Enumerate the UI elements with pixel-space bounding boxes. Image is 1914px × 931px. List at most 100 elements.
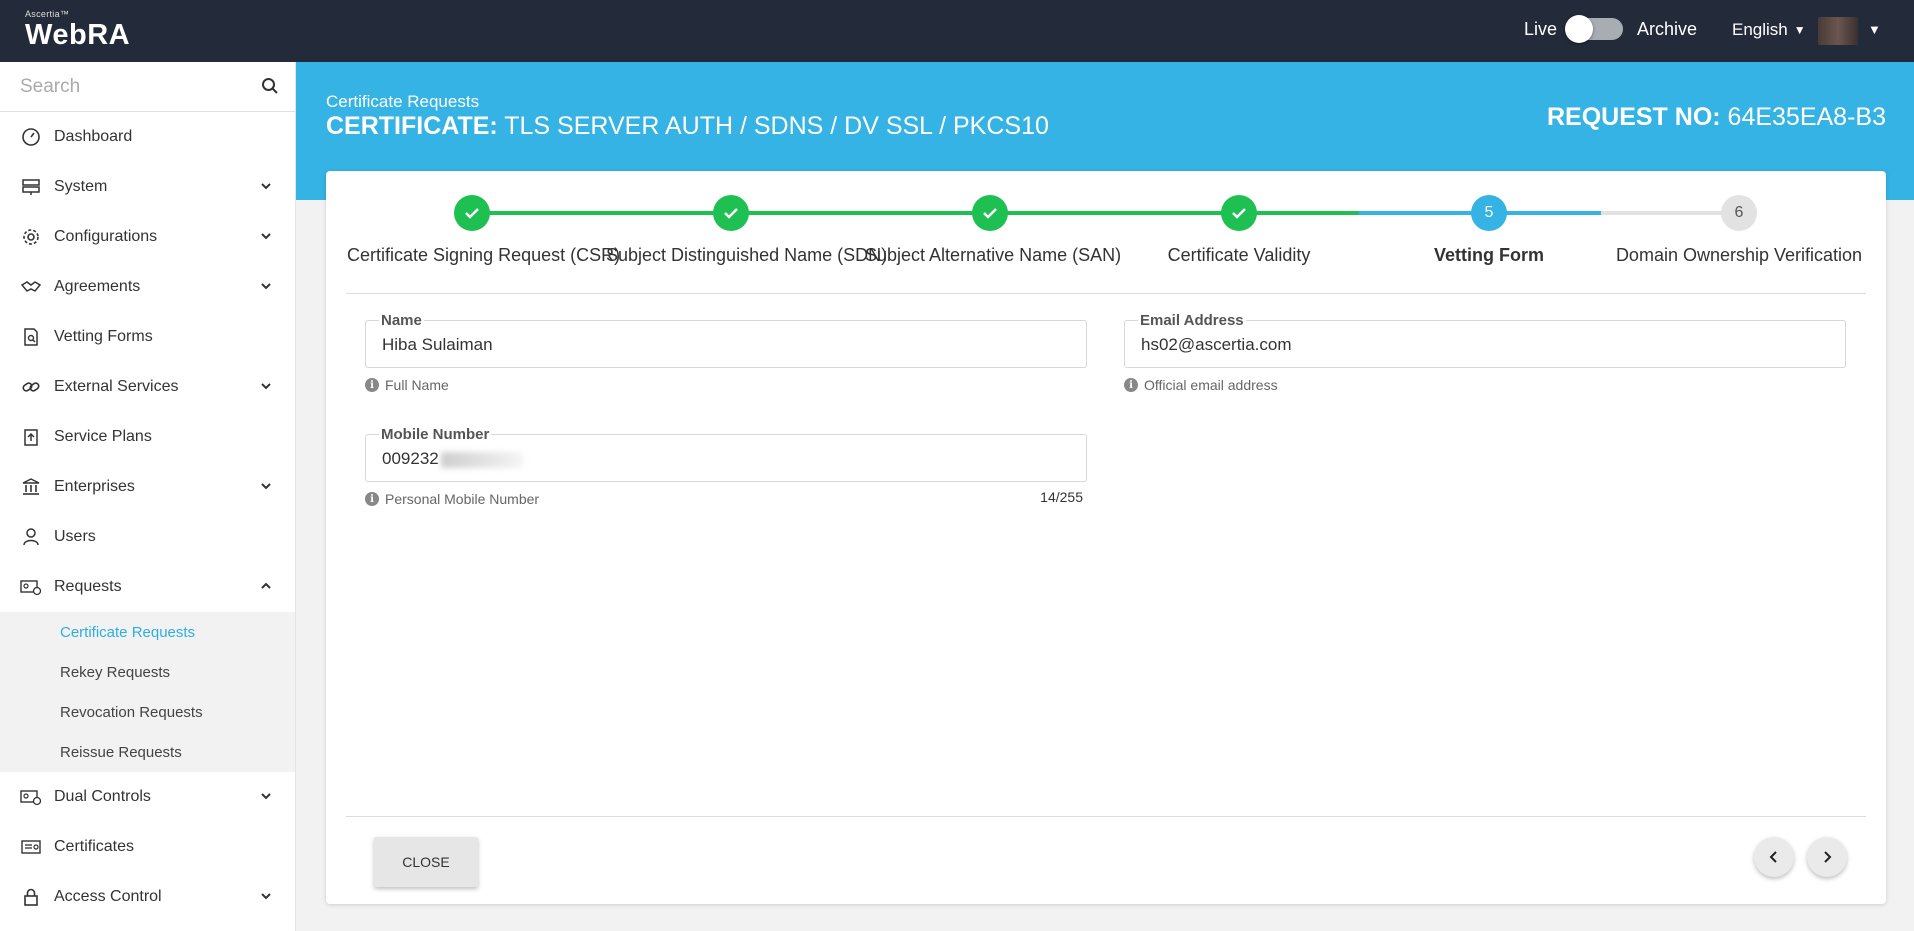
chevron-down-icon <box>261 483 271 490</box>
step-label: Vetting Form <box>1433 245 1544 265</box>
sidebar-item-agreements[interactable]: Agreements <box>0 262 295 312</box>
chevron-up-icon <box>261 582 271 589</box>
email-field: Email Address hs02@ascertia.com i Officia… <box>1124 312 1846 393</box>
step-san[interactable]: Subject Alternative Name (SAN) <box>865 195 1122 266</box>
sidebar-item-label: Users <box>54 528 96 545</box>
previous-button[interactable] <box>1754 837 1794 877</box>
request-number-value: 64E35EA8-B3 <box>1727 103 1886 131</box>
step-connector <box>1601 211 1737 215</box>
email-hint: i Official email address <box>1124 377 1846 393</box>
sidebar-search <box>0 62 295 112</box>
step-connector <box>990 211 1239 215</box>
sidebar-item-enterprises[interactable]: Enterprises <box>0 462 295 512</box>
check-icon <box>972 195 1008 231</box>
logo-product: WebRA <box>25 19 131 51</box>
info-icon: i <box>1124 378 1138 392</box>
step-label: Subject Alternative Name (SAN) <box>865 245 1122 265</box>
id-card-icon <box>20 786 42 808</box>
sidebar-item-access-control[interactable]: Access Control <box>0 872 295 922</box>
id-card-icon <box>20 576 42 598</box>
email-value: hs02@ascertia.com <box>1141 335 1292 354</box>
search-input[interactable] <box>0 62 240 111</box>
name-hint: i Full Name <box>365 377 1087 393</box>
sidebar-item-label: Access Control <box>54 888 162 905</box>
webra-logo[interactable]: Ascertia™ WebRA <box>25 9 130 51</box>
chevron-down-icon <box>261 283 271 290</box>
sidebar-item-system[interactable]: System <box>0 162 295 212</box>
live-archive-switch: Live Archive <box>1524 15 1697 43</box>
step-certificate-validity[interactable]: Certificate Validity <box>1114 195 1364 266</box>
link-icon <box>20 376 42 398</box>
user-avatar[interactable] <box>1818 17 1858 45</box>
request-number-prefix: REQUEST NO: <box>1546 103 1721 131</box>
sidebar-item-requests[interactable]: Requests <box>0 562 295 612</box>
chevron-down-icon <box>261 793 271 800</box>
step-number: 6 <box>1721 195 1757 231</box>
language-selector[interactable]: English ▼ <box>1732 20 1806 40</box>
step-connector <box>1359 211 1489 215</box>
mobile-hint: i Personal Mobile Number <box>365 491 1087 507</box>
name-value: Hiba Sulaiman <box>382 335 493 354</box>
sidebar-item-external-services[interactable]: External Services <box>0 362 295 412</box>
user-menu-caret-icon[interactable]: ▼ <box>1868 22 1881 37</box>
character-counter: 14/255 <box>1040 489 1083 505</box>
step-connector <box>1239 211 1359 215</box>
sidebar-item-users[interactable]: Users <box>0 512 295 562</box>
document-search-icon <box>20 326 42 348</box>
sidebar-item-dashboard[interactable]: Dashboard <box>0 112 295 162</box>
server-icon <box>20 176 42 198</box>
next-button[interactable] <box>1807 837 1847 877</box>
name-input[interactable]: Name Hiba Sulaiman <box>365 312 1087 368</box>
name-field: Name Hiba Sulaiman i Full Name <box>365 312 1087 393</box>
close-button[interactable]: CLOSE <box>374 837 478 887</box>
step-domain-ownership[interactable]: 6 Domain Ownership Verification <box>1614 195 1864 266</box>
handshake-icon <box>20 276 42 298</box>
info-icon: i <box>365 492 379 506</box>
redacted-digits <box>440 451 523 468</box>
sidebar: Dashboard System Configurations Agreemen… <box>0 62 296 931</box>
caret-down-icon: ▼ <box>1793 23 1806 37</box>
step-number: 5 <box>1471 195 1507 231</box>
sidebar-item-label: Agreements <box>54 278 141 295</box>
mobile-field: Mobile Number 009232 i Personal Mobile Nu… <box>365 426 1087 507</box>
wizard-card: Certificate Signing Request (CSR) Subjec… <box>326 171 1886 904</box>
step-sdn[interactable]: Subject Distinguished Name (SDN) <box>606 195 887 266</box>
sidebar-subitem-revocation-requests[interactable]: Revocation Requests <box>0 692 295 732</box>
step-csr[interactable]: Certificate Signing Request (CSR) <box>347 195 621 266</box>
mobile-input[interactable]: Mobile Number 009232 <box>365 426 1087 482</box>
sidebar-subitem-rekey-requests[interactable]: Rekey Requests <box>0 652 295 692</box>
sidebar-item-label: Enterprises <box>54 478 135 495</box>
chevron-down-icon <box>261 183 271 190</box>
sidebar-item-label: Vetting Forms <box>54 328 153 345</box>
sidebar-item-configurations[interactable]: Configurations <box>0 212 295 262</box>
name-hint-text: Full Name <box>385 377 449 393</box>
check-icon <box>1221 195 1257 231</box>
mode-toggle[interactable] <box>1565 15 1624 43</box>
check-icon <box>713 195 749 231</box>
step-connector <box>731 211 980 215</box>
toggle-knob <box>1565 15 1594 43</box>
step-label: Certificate Validity <box>1167 245 1311 265</box>
sidebar-item-dual-controls[interactable]: Dual Controls <box>0 772 295 822</box>
logo-brand: Ascertia™ <box>25 9 70 19</box>
upload-doc-icon <box>20 426 42 448</box>
step-vetting-form[interactable]: 5 Vetting Form <box>1364 195 1614 266</box>
chevron-down-icon <box>261 233 271 240</box>
breadcrumb[interactable]: Certificate Requests <box>326 92 479 112</box>
wizard-stepper: Certificate Signing Request (CSR) Subjec… <box>326 171 1886 296</box>
sidebar-subitem-certificate-requests[interactable]: Certificate Requests <box>0 612 295 652</box>
sidebar-item-service-plans[interactable]: Service Plans <box>0 412 295 462</box>
page-title: CERTIFICATE: TLS SERVER AUTH / SDNS / DV… <box>326 112 1049 141</box>
sidebar-item-certificates[interactable]: Certificates <box>0 822 295 872</box>
mobile-hint-text: Personal Mobile Number <box>385 491 540 507</box>
title-value: TLS SERVER AUTH / SDNS / DV SSL / PKCS10 <box>504 112 1049 140</box>
search-icon[interactable] <box>261 77 279 95</box>
step-label: Certificate Signing Request (CSR) <box>347 245 621 265</box>
mode-live-label: Live <box>1524 18 1558 39</box>
name-label: Name <box>379 312 424 329</box>
sidebar-subitem-reissue-requests[interactable]: Reissue Requests <box>0 732 295 772</box>
request-number: REQUEST NO: 64E35EA8-B3 <box>1547 103 1886 132</box>
sidebar-item-vetting-forms[interactable]: Vetting Forms <box>0 312 295 362</box>
email-input[interactable]: Email Address hs02@ascertia.com <box>1124 312 1846 368</box>
lock-icon <box>20 886 42 908</box>
